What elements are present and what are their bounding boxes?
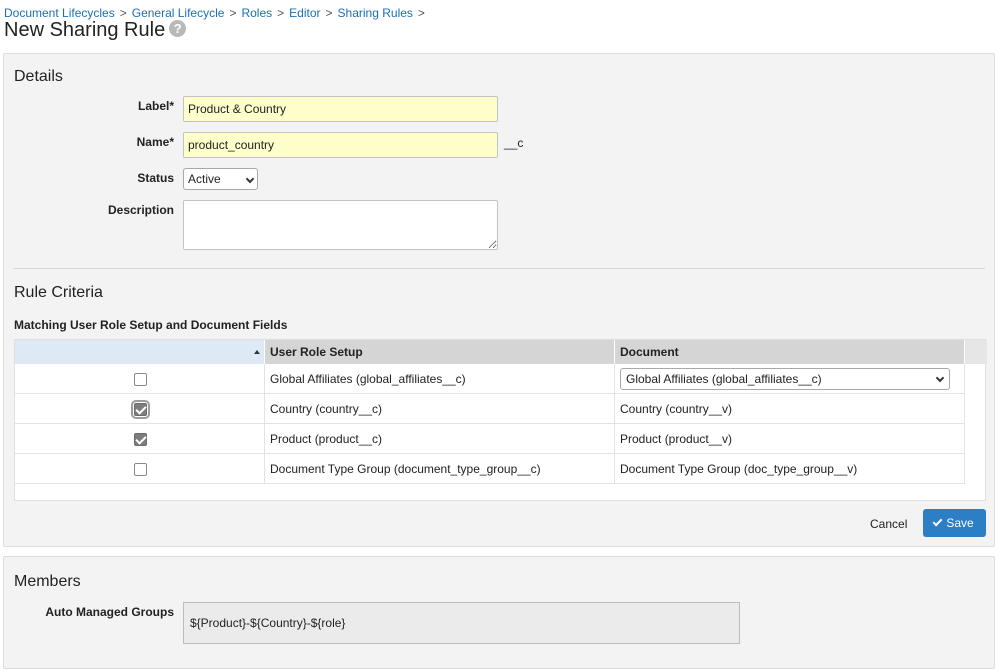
checkbox-cell — [15, 394, 265, 424]
auto-managed-groups-value: ${Product}-${Country}-${role} — [183, 602, 740, 644]
breadcrumb-separator: > — [229, 6, 237, 20]
table-row: Global Affiliates (global_affiliates__c)… — [15, 364, 965, 394]
row-checkbox[interactable] — [134, 433, 147, 446]
breadcrumb-separator: > — [119, 6, 127, 20]
row-checkbox[interactable] — [131, 400, 150, 419]
column-header-user-role-setup[interactable]: User Role Setup — [265, 340, 615, 364]
section-divider — [13, 268, 985, 269]
breadcrumb-link-general-lifecycle[interactable]: General Lifecycle — [132, 6, 225, 20]
description-field-label: Description — [107, 203, 174, 217]
auto-managed-groups-label: Auto Managed Groups — [45, 605, 174, 619]
rule-criteria-section-title: Rule Criteria — [14, 284, 103, 301]
table-row: Country (country__c) Country (country__v… — [15, 394, 965, 424]
save-button-label: Save — [946, 516, 974, 530]
page-title-text: New Sharing Rule — [4, 19, 166, 41]
document-cell: Country (country__v) — [615, 394, 965, 424]
breadcrumb-link-sharing-rules[interactable]: Sharing Rules — [338, 6, 413, 20]
table-row: Product (product__c) Product (product__v… — [15, 424, 965, 454]
page-title: New Sharing Rule? — [4, 19, 187, 42]
chevron-down-icon — [935, 373, 945, 383]
document-cell: Product (product__v) — [615, 424, 965, 454]
breadcrumb-link-editor[interactable]: Editor — [289, 6, 320, 20]
sort-asc-icon — [254, 350, 260, 354]
table-row: Document Type Group (document_type_group… — [15, 454, 965, 484]
breadcrumb-link-roles[interactable]: Roles — [241, 6, 272, 20]
details-panel: Details Label* Name* __c Status Active D… — [3, 53, 995, 547]
name-input[interactable] — [183, 132, 498, 158]
matching-fields-label: Matching User Role Setup and Document Fi… — [14, 318, 288, 332]
document-field-select[interactable]: Global Affiliates (global_affiliates__c) — [620, 368, 950, 390]
user-role-cell: Document Type Group (document_type_group… — [265, 454, 615, 484]
help-icon[interactable]: ? — [169, 20, 187, 37]
details-section-title: Details — [14, 68, 63, 85]
chevron-down-icon — [245, 174, 255, 184]
breadcrumb-separator: > — [277, 6, 285, 20]
label-input[interactable] — [183, 96, 498, 122]
checkbox-cell — [15, 424, 265, 454]
user-role-cell: Country (country__c) — [265, 394, 615, 424]
status-field-label: Status — [137, 171, 174, 185]
document-cell: Document Type Group (doc_type_group__v) — [615, 454, 965, 484]
save-button[interactable]: Save — [923, 509, 986, 537]
members-section-title: Members — [14, 573, 81, 590]
status-select[interactable]: Active — [183, 168, 258, 190]
grid-header: User Role Setup Document — [15, 340, 987, 364]
checkbox-column-header[interactable] — [15, 340, 265, 364]
breadcrumb-link-document-lifecycles[interactable]: Document Lifecycles — [4, 6, 115, 20]
checkbox-cell — [15, 454, 265, 484]
label-field-label: Label* — [137, 99, 174, 113]
breadcrumb-separator: > — [417, 6, 425, 20]
row-checkbox[interactable] — [134, 373, 147, 386]
breadcrumb-separator: > — [325, 6, 333, 20]
checkmark-icon — [932, 516, 943, 527]
document-select-value: Global Affiliates (global_affiliates__c) — [626, 372, 822, 386]
column-header-document[interactable]: Document — [615, 340, 965, 364]
checkbox-cell — [15, 364, 265, 394]
user-role-cell: Global Affiliates (global_affiliates__c) — [265, 364, 615, 394]
row-checkbox[interactable] — [134, 463, 147, 476]
description-textarea[interactable] — [183, 200, 498, 250]
name-suffix: __c — [504, 136, 524, 150]
rule-criteria-grid: User Role Setup Document Global Affiliat… — [14, 339, 987, 501]
status-select-value: Active — [188, 172, 221, 186]
breadcrumb: Document Lifecycles > General Lifecycle > Ro… — [4, 6, 430, 20]
members-panel: Members Auto Managed Groups ${Product}-$… — [3, 556, 995, 669]
cancel-button[interactable]: Cancel — [870, 517, 907, 531]
user-role-cell: Product (product__c) — [265, 424, 615, 454]
name-field-label: Name* — [136, 135, 174, 149]
